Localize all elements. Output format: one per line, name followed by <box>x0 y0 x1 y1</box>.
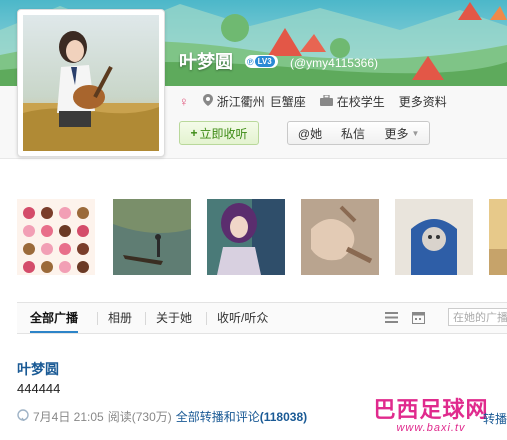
tab-divider <box>145 312 146 325</box>
more-actions-button[interactable]: 更多 ▼ <box>375 121 430 145</box>
mention-button[interactable]: @她 <box>287 121 333 145</box>
post-date[interactable]: 7月4日 21:05 <box>33 408 104 425</box>
follow-button-label: 立即收听 <box>199 126 248 141</box>
zodiac-text[interactable]: 巨蟹座 <box>270 93 306 110</box>
album-photo-girl[interactable] <box>207 199 285 275</box>
briefcase-icon <box>319 93 333 109</box>
post-meta: 7月4日 21:05 阅读(730万) 全部转播和评论(118038) <box>17 408 307 425</box>
album-photo-boat[interactable] <box>113 199 191 275</box>
post-text: 444444 <box>17 381 61 396</box>
list-view-icon[interactable] <box>385 311 398 324</box>
avatar[interactable] <box>17 9 165 157</box>
location-pin-icon <box>202 94 213 109</box>
level-label: LV3 <box>254 56 275 67</box>
tab-followers[interactable]: 收听/听众 <box>217 303 268 333</box>
feed-search-input[interactable]: 在她的广播 <box>448 308 507 326</box>
profile-handle: (@ymy4115366) <box>290 56 378 70</box>
female-icon: ♀ <box>179 94 189 109</box>
profile-name: 叶梦圆 <box>179 52 233 72</box>
more-info-link[interactable]: 更多资料 <box>399 93 447 110</box>
tab-divider <box>97 312 98 325</box>
tab-all-broadcasts[interactable]: 全部广播 <box>30 303 79 333</box>
calendar-view-icon[interactable] <box>412 311 425 324</box>
follow-button[interactable]: + 立即收听 <box>179 121 259 145</box>
album-photo-cupcakes[interactable] <box>17 199 95 275</box>
album-photo-kitten[interactable] <box>395 199 473 275</box>
profile-info-row: ♀ 浙江衢州 巨蟹座 在校学生 更多资料 <box>179 93 447 110</box>
tab-album[interactable]: 相册 <box>108 303 132 333</box>
album-photo-hand[interactable] <box>301 199 379 275</box>
album-photo-partial[interactable] <box>489 199 507 275</box>
feed-tabs: 全部广播 相册 关于她 收听/听众 在她的广播 <box>17 302 507 334</box>
tab-about[interactable]: 关于她 <box>156 303 192 333</box>
all-comments-link[interactable]: 全部转播和评论(118038) <box>176 408 307 425</box>
avatar-photo <box>23 15 159 151</box>
post-author[interactable]: 叶梦圆 <box>17 359 59 379</box>
repost-link-partial[interactable]: 转播 <box>483 410 507 427</box>
plus-icon: + <box>190 126 198 140</box>
more-actions-label: 更多 <box>384 126 409 141</box>
vip-icon: ℗ <box>247 56 254 67</box>
private-message-button[interactable]: 私信 <box>331 121 376 145</box>
comments-label: 全部转播和评论 <box>175 410 260 424</box>
chevron-down-icon: ▼ <box>411 128 420 138</box>
comments-count: (118038) <box>259 410 308 424</box>
post-reads: 阅读(730万) <box>107 410 172 424</box>
location-text[interactable]: 浙江衢州 <box>217 93 265 110</box>
level-badge[interactable]: ℗ LV3 <box>245 55 278 68</box>
status-text[interactable]: 在校学生 <box>337 93 385 110</box>
quote-icon <box>17 409 29 424</box>
tab-divider <box>206 312 207 325</box>
